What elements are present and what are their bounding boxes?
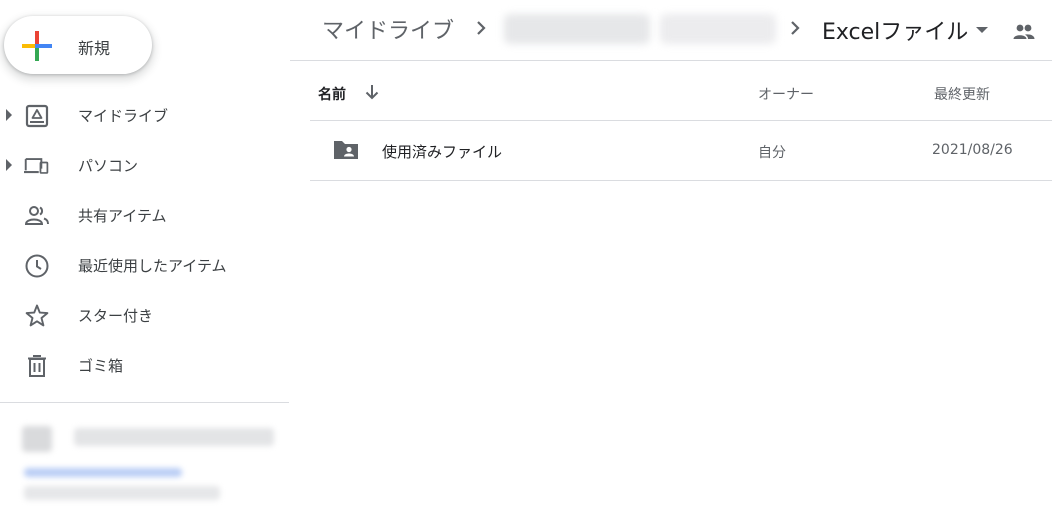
people-icon [1013,24,1035,39]
list-header: 名前 オーナー 最終更新 [310,60,1052,121]
star-icon [25,304,49,327]
breadcrumb-current[interactable]: Excelファイル [822,14,968,46]
clock-icon [25,254,49,278]
column-header-owner[interactable]: オーナー [758,84,814,104]
storage-section-redacted [14,420,284,520]
shared-folder-icon [334,141,358,159]
breadcrumb-redacted[interactable] [504,14,650,44]
new-button[interactable]: 新規 [4,16,152,74]
sidebar-item-trash[interactable]: ゴミ箱 [0,340,290,390]
shared-icon [24,206,49,225]
sidebar-nav: マイドライブ パソコン 共有アイテム 最近使用したアイテム スター付き ゴミ箱 [0,90,290,390]
sidebar-item-my-drive[interactable]: マイドライブ [0,90,290,140]
expand-arrow-icon[interactable] [6,159,12,171]
sidebar-item-starred[interactable]: スター付き [0,290,290,340]
chevron-right-icon [477,21,486,35]
trash-icon [28,355,46,377]
breadcrumb-redacted[interactable] [660,14,776,44]
main-content: マイドライブ Excelファイル 名前 オーナー 最終更新 使用済みファイル 自… [290,0,1052,522]
sidebar-item-label: 共有アイテム [78,207,167,225]
expand-arrow-icon[interactable] [6,109,12,121]
file-modified: 2021/08/26 [932,142,1013,158]
sidebar-item-label: 最近使用したアイテム [78,257,227,275]
column-header-modified[interactable]: 最終更新 [934,84,990,104]
new-button-label: 新規 [78,39,111,58]
file-owner: 自分 [758,145,786,161]
sidebar-item-label: マイドライブ [78,107,169,125]
sidebar-item-label: ゴミ箱 [78,357,124,375]
file-name: 使用済みファイル [382,143,503,161]
redacted-block [24,468,182,477]
column-header-name[interactable]: 名前 [318,84,346,104]
redacted-block [74,428,274,446]
sidebar-divider [0,402,289,403]
sidebar-item-recent[interactable]: 最近使用したアイテム [0,240,290,290]
sidebar-item-computers[interactable]: パソコン [0,140,290,190]
breadcrumb: マイドライブ Excelファイル [290,0,1052,61]
table-row[interactable]: 使用済みファイル 自分 2021/08/26 [310,121,1052,181]
sidebar: 新規 マイドライブ パソコン 共有アイテム 最近使用したアイテム スター付き ゴ… [0,0,290,522]
chevron-right-icon [791,21,800,35]
computers-icon [24,158,49,174]
caret-down-icon[interactable] [976,27,988,33]
sidebar-item-shared[interactable]: 共有アイテム [0,190,290,240]
breadcrumb-root[interactable]: マイドライブ [322,13,454,45]
my-drive-icon [25,104,49,128]
redacted-block [24,486,220,500]
arrow-down-icon[interactable] [362,82,382,102]
redacted-block [22,426,52,452]
sidebar-item-label: スター付き [78,307,154,325]
plus-icon [22,31,52,61]
sidebar-item-label: パソコン [78,157,139,175]
